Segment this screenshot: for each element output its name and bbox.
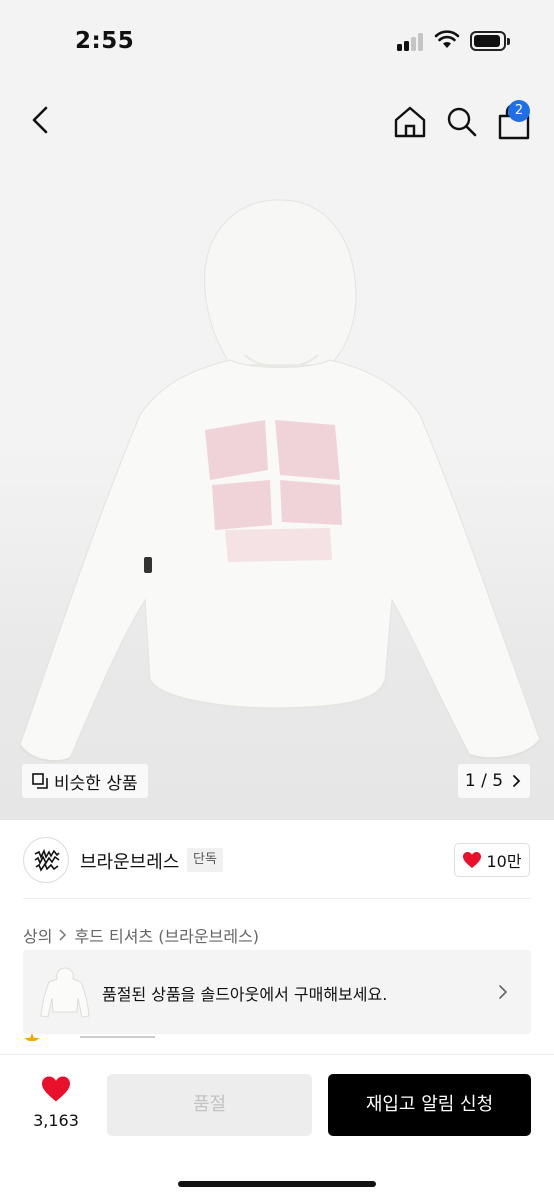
- cellular-signal-icon: [397, 33, 427, 51]
- brand-like-button[interactable]: 10만: [454, 843, 530, 877]
- image-pager[interactable]: 1 / 5: [458, 764, 530, 798]
- soldout-banner[interactable]: 품절된 상품을 솔드아웃에서 구매해보세요.: [23, 950, 531, 1034]
- brand-logo-mark: [34, 848, 60, 872]
- chevron-right-icon: [59, 929, 67, 941]
- home-indicator: [178, 1181, 376, 1187]
- exclusive-badge: 단독: [187, 848, 223, 872]
- heart-icon: [463, 852, 482, 868]
- soldout-banner-thumbnail: [40, 967, 90, 1018]
- chevron-right-icon: [513, 775, 521, 787]
- breadcrumb-category[interactable]: 상의: [23, 923, 52, 947]
- battery-icon: [470, 31, 510, 51]
- brand-like-count: 10만: [486, 852, 522, 871]
- home-icon[interactable]: [390, 102, 430, 142]
- wishlist-count: 3,163: [33, 1111, 79, 1130]
- bottom-action-bar: 3,163 품절 재입고 알림 신청: [0, 1054, 554, 1200]
- similar-products-label: 비슷한 상품: [54, 773, 138, 794]
- soldout-button: 품절: [107, 1074, 312, 1136]
- breadcrumb-subcategory[interactable]: 후드 티셔츠 (브라운브레스): [74, 923, 259, 947]
- chevron-right-icon: [499, 985, 508, 999]
- breadcrumb: 상의 후드 티셔츠 (브라운브레스): [23, 923, 259, 947]
- heart-icon: [42, 1076, 70, 1102]
- status-time: 2:55: [75, 28, 135, 54]
- brand-row: 브라운브레스 단독 10만: [0, 820, 554, 900]
- similar-products-icon: [32, 773, 48, 789]
- product-image-hoodie: [19, 199, 541, 763]
- back-icon[interactable]: [22, 100, 58, 140]
- content-peek: [80, 1036, 155, 1038]
- rating-star-icon: [24, 1033, 40, 1041]
- cart-count-badge: 2: [508, 100, 530, 122]
- search-icon[interactable]: [442, 102, 482, 142]
- wishlist-button[interactable]: 3,163: [30, 1075, 82, 1130]
- image-pager-count: 1 / 5: [464, 771, 504, 791]
- restock-alert-button[interactable]: 재입고 알림 신청: [328, 1074, 531, 1136]
- brand-logo[interactable]: [23, 837, 69, 883]
- top-navigation: [0, 84, 554, 158]
- status-bar: 2:55: [0, 0, 554, 84]
- brand-name[interactable]: 브라운브레스: [80, 848, 179, 874]
- divider: [23, 898, 531, 899]
- wifi-icon: [434, 30, 460, 48]
- soldout-banner-text: 품절된 상품을 솔드아웃에서 구매해보세요.: [102, 985, 388, 1004]
- similar-products-button[interactable]: 비슷한 상품: [22, 764, 148, 798]
